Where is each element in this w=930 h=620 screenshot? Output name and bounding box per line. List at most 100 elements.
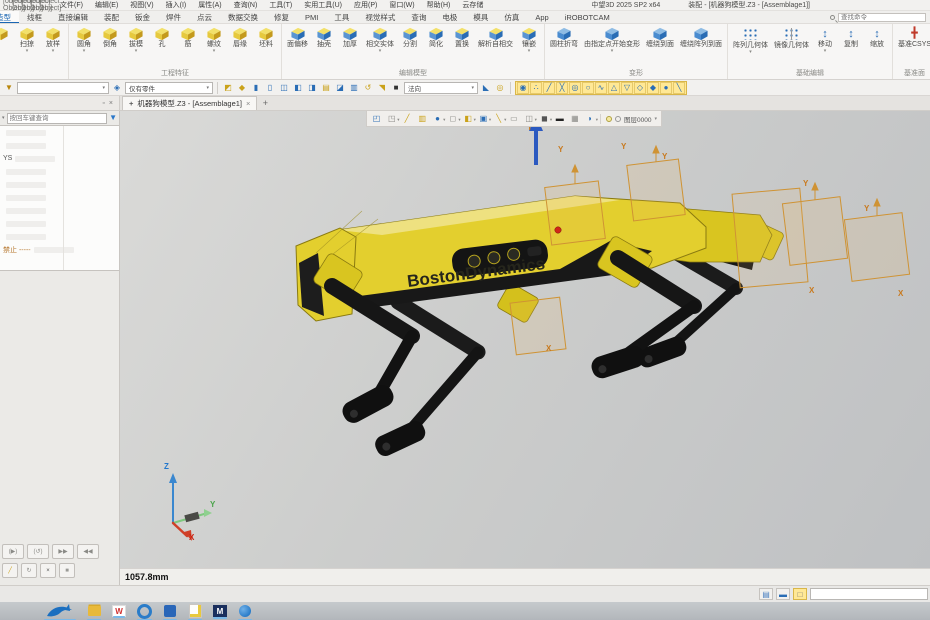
clipboard-icon[interactable]: ▤: [759, 588, 773, 600]
ribbon-button[interactable]: 置换 ▾: [449, 25, 475, 55]
selected-point[interactable]: [555, 227, 561, 233]
ribbon-tab[interactable]: 点云: [189, 11, 220, 23]
snap-circle-icon[interactable]: ○: [582, 82, 594, 94]
tree-row[interactable]: [0, 126, 119, 139]
snap-grid-icon[interactable]: ●: [660, 82, 672, 94]
ribbon-tab[interactable]: 工具: [326, 11, 357, 23]
ribbon-button[interactable]: 镜像几何体 ▾: [771, 25, 812, 56]
ribbon-button[interactable]: 基准CSYS ▾: [895, 25, 930, 55]
ribbon-tab[interactable]: 模具: [465, 11, 496, 23]
swatch-button[interactable]: ■: [59, 563, 75, 578]
snap-quadrant-icon[interactable]: ◇: [634, 82, 646, 94]
blue-app-icon[interactable]: [163, 604, 177, 619]
part-filter-combo[interactable]: 仅有零件▾: [125, 82, 213, 94]
viewport-tool[interactable]: ▭▾: [508, 114, 521, 123]
ribbon-button[interactable]: 解析自相交 ▾: [475, 25, 516, 55]
viewport-tool[interactable]: ╱▾: [402, 114, 415, 123]
notes-app-icon[interactable]: [188, 604, 202, 619]
normal-view-icon[interactable]: ◣: [480, 82, 492, 94]
flag-icon[interactable]: ◥: [376, 82, 388, 94]
ribbon-button[interactable]: 分割 ▾: [397, 25, 423, 55]
viewport-tool[interactable]: ▬▾: [554, 114, 567, 123]
menu-item[interactable]: 应用(P): [348, 0, 383, 10]
menu-item[interactable]: 工具(T): [263, 0, 298, 10]
list-icon[interactable]: ▤: [320, 82, 332, 94]
viewport-tool[interactable]: ▣▾: [478, 114, 491, 123]
history-combo[interactable]: ▾: [17, 82, 109, 94]
viewport-tool[interactable]: ▦▾: [569, 114, 582, 123]
replay-button[interactable]: (↺): [27, 544, 49, 559]
viewport-tool[interactable]: ▥▾: [417, 114, 430, 123]
tree-row[interactable]: [0, 204, 119, 217]
delete-button[interactable]: ×: [40, 563, 56, 578]
ribbon-button[interactable]: 由指定点开始变形 ▾: [581, 25, 643, 55]
ribbon-tab[interactable]: iROBOTCAM: [557, 11, 618, 23]
ribbon-tab[interactable]: 修复: [266, 11, 297, 23]
ribbon-button[interactable]: 加厚 ▾: [337, 25, 363, 55]
viewport-tool[interactable]: ◗▾: [585, 114, 598, 123]
tree-row[interactable]: [0, 230, 119, 243]
ribbon-button[interactable]: 缩放 ▾: [864, 25, 890, 55]
globe-app-icon[interactable]: [238, 604, 252, 619]
ribbon-button[interactable]: 坯料 ▾: [253, 25, 279, 55]
ribbon-tab[interactable]: 数据交换: [220, 11, 266, 23]
ribbon-button[interactable]: 圆柱折弯 ▾: [547, 25, 581, 55]
new-tab-button[interactable]: +: [257, 96, 273, 110]
m-app-icon[interactable]: M: [213, 605, 227, 617]
ribbon-button[interactable]: 孔 ▾: [149, 25, 175, 55]
ribbon-button[interactable]: 拔模 ▾: [123, 25, 149, 55]
select-edge-icon[interactable]: ▯: [264, 82, 276, 94]
command-search-input[interactable]: [838, 13, 926, 22]
ribbon-button[interactable]: 螺纹 ▾: [201, 25, 227, 55]
ribbon-button[interactable]: 复制 ▾: [838, 25, 864, 55]
part-scope-icon[interactable]: ◈: [111, 82, 123, 94]
ribbon-button[interactable]: 阵列几何体 ▾: [730, 25, 771, 56]
menu-item[interactable]: 查询(N): [228, 0, 264, 10]
history-icon[interactable]: ↺: [362, 82, 374, 94]
tree-row[interactable]: [0, 139, 119, 152]
lock-icon[interactable]: ◆: [236, 82, 248, 94]
menu-item[interactable]: 编辑(E): [89, 0, 124, 10]
menu-item[interactable]: 云存储: [456, 0, 489, 10]
viewport-tool[interactable]: ●▾: [432, 114, 445, 123]
snap-face-icon[interactable]: ▽: [621, 82, 633, 94]
fast-forward-button[interactable]: ▶▶: [52, 544, 74, 559]
menu-item[interactable]: 帮助(H): [421, 0, 457, 10]
snap-vertex-icon[interactable]: △: [608, 82, 620, 94]
ribbon-button[interactable]: 缠绕阵列到面 ▾: [677, 25, 725, 55]
viewport-tool[interactable]: ◧▾: [463, 114, 476, 123]
ribbon-tab[interactable]: 查询: [403, 11, 434, 23]
rewind-button[interactable]: ◀◀: [77, 544, 99, 559]
dock-panel-icon[interactable]: ▫: [102, 100, 104, 107]
ribbon-tab[interactable]: 造型: [0, 11, 19, 23]
status-input[interactable]: [810, 588, 928, 600]
select-feature-icon[interactable]: ◧: [292, 82, 304, 94]
reorient-button[interactable]: ↻: [21, 563, 37, 578]
menu-item[interactable]: 属性(A): [192, 0, 227, 10]
ribbon-tab[interactable]: 直接编辑: [50, 11, 96, 23]
select-curve-icon[interactable]: ▥: [348, 82, 360, 94]
ribbon-button[interactable]: ▾: [0, 25, 14, 47]
tree-row[interactable]: [0, 217, 119, 230]
ribbon-tab[interactable]: PMI: [297, 11, 326, 23]
screen-icon[interactable]: ▬: [776, 588, 790, 600]
orientation-combo[interactable]: 法向▾: [404, 82, 478, 94]
menu-item[interactable]: 窗口(W): [383, 0, 420, 10]
snap-point-icon[interactable]: ◉: [517, 82, 529, 94]
ribbon-tab[interactable]: 钣金: [127, 11, 158, 23]
ribbon-tab[interactable]: 装配: [96, 11, 127, 23]
viewport-tool[interactable]: ◫▾: [524, 114, 537, 123]
viewport-tool[interactable]: ◼▾: [539, 114, 552, 123]
ribbon-button[interactable]: 扫掠 ▾: [14, 25, 40, 55]
ribbon-button[interactable]: 唇缘 ▾: [227, 25, 253, 55]
ribbon-tab[interactable]: 仿真: [496, 11, 527, 23]
snap-line-icon[interactable]: ╱: [543, 82, 555, 94]
ribbon-button[interactable]: 简化 ▾: [423, 25, 449, 55]
ribbon-button[interactable]: 倒角 ▾: [97, 25, 123, 55]
ribbon-button[interactable]: 放样 ▾: [40, 25, 66, 55]
snap-curve-icon[interactable]: ∿: [595, 82, 607, 94]
menu-item[interactable]: 插入(I): [160, 0, 193, 10]
ribbon-button[interactable]: 圆角 ▾: [71, 25, 97, 55]
w-app-icon[interactable]: W: [112, 605, 126, 617]
snap-midpoint-icon[interactable]: ∴: [530, 82, 542, 94]
